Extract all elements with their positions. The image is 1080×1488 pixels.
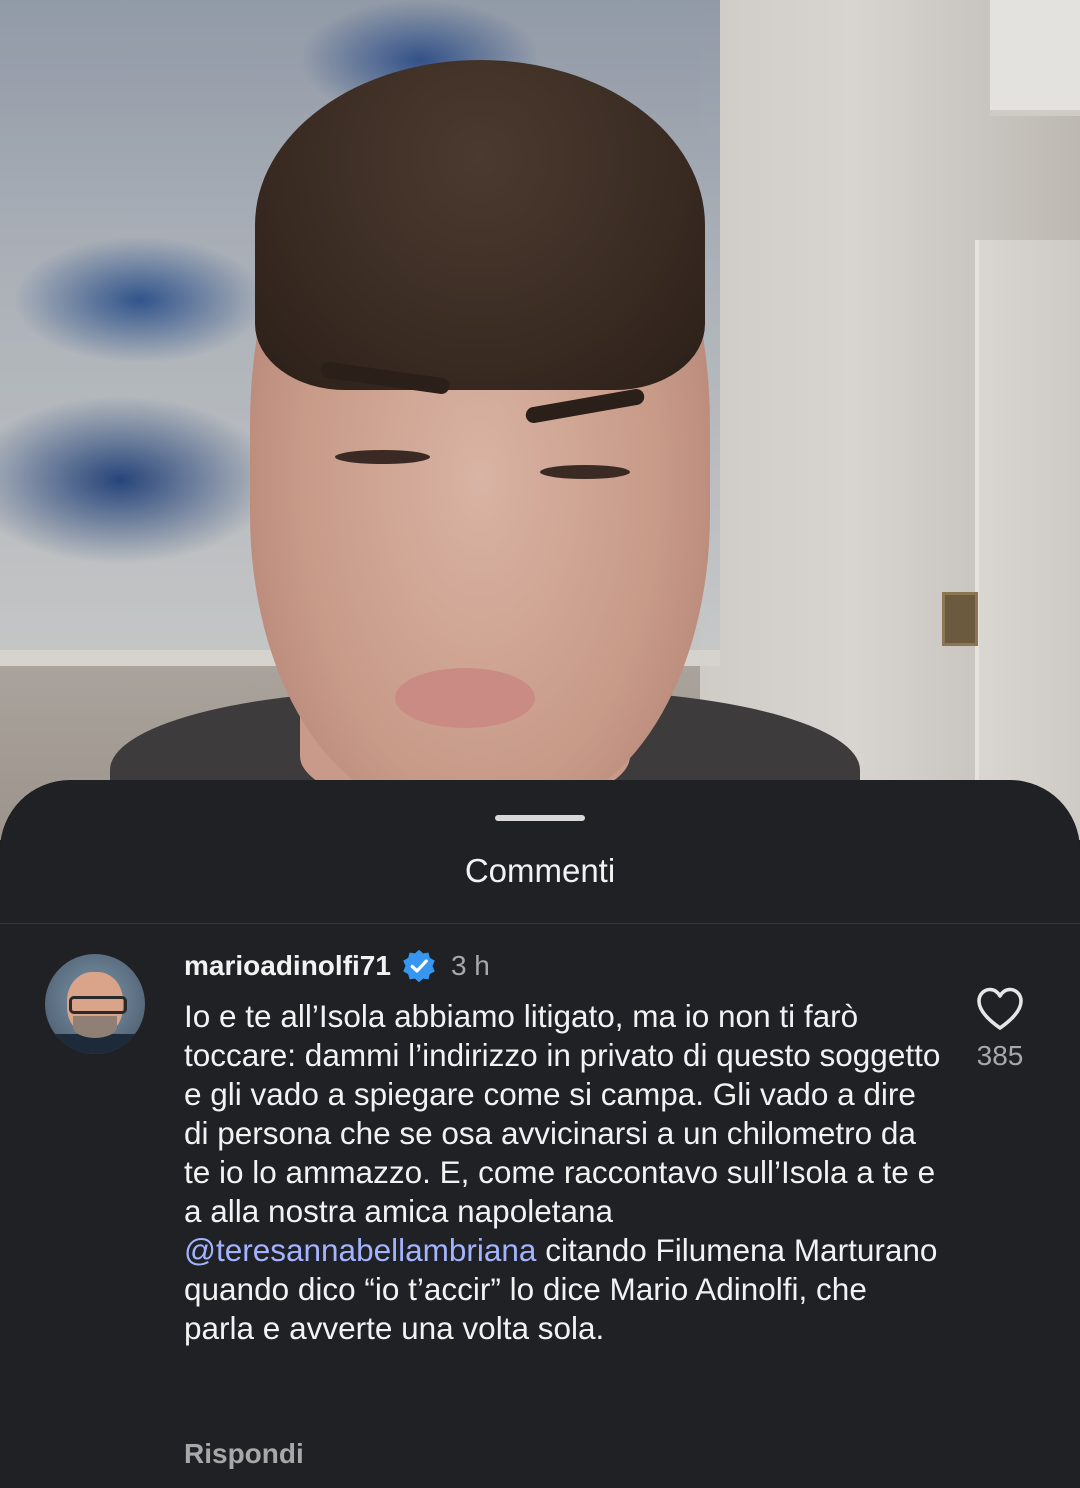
like-count: 385 <box>976 1040 1024 1071</box>
sheet-title: Commenti <box>464 852 616 889</box>
comments-sheet: Commenti marioadinolfi71 3 h Io e te all… <box>0 780 1080 1488</box>
avatar[interactable] <box>45 954 145 1054</box>
lips <box>395 668 535 728</box>
door <box>975 240 1080 840</box>
left-eye <box>335 450 430 464</box>
heart-icon[interactable] <box>975 986 1025 1032</box>
light-switch <box>942 592 978 646</box>
comment-header: marioadinolfi71 3 h <box>184 944 490 988</box>
video-frame[interactable] <box>0 0 1080 840</box>
drag-handle[interactable] <box>495 815 585 821</box>
username[interactable]: marioadinolfi71 <box>184 950 391 982</box>
verified-badge-icon <box>403 949 435 983</box>
right-eye <box>540 465 630 479</box>
comment-text-part-1: Io e te all’Isola abbiamo litigato, ma i… <box>184 998 941 1229</box>
comment-text: Io e te all’Isola abbiamo litigato, ma i… <box>184 997 944 1348</box>
wall-cabinet <box>990 0 1080 116</box>
mention-link[interactable]: @teresannabellambriana <box>184 1232 536 1268</box>
reply-button[interactable]: Rispondi <box>184 1438 304 1470</box>
avatar-glasses <box>69 996 127 1014</box>
comment-time: 3 h <box>450 950 490 981</box>
comment-item: marioadinolfi71 3 h Io e te all’Isola ab… <box>0 924 1080 1488</box>
like-button[interactable]: 385 <box>960 986 1040 1072</box>
person-hair <box>255 60 705 390</box>
avatar-beard <box>73 1016 117 1038</box>
